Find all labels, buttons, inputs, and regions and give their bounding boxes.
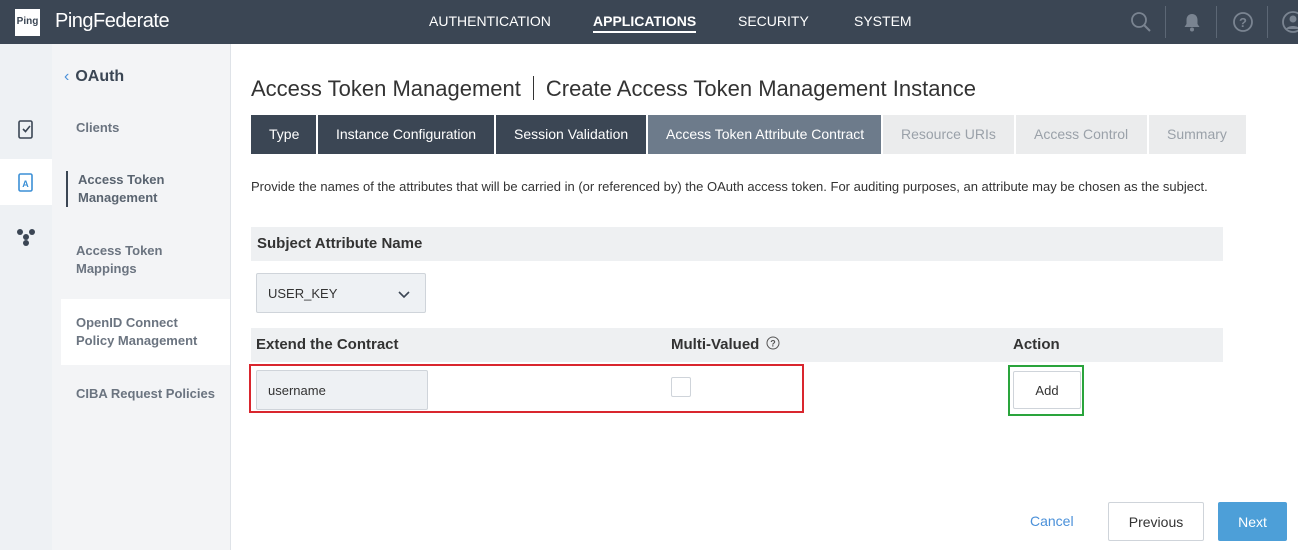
- sidebar-item-ciba-request-policies[interactable]: CIBA Request Policies: [76, 385, 216, 403]
- divider: [1165, 6, 1166, 38]
- svg-text:?: ?: [1239, 15, 1247, 30]
- subject-header-label: Subject Attribute Name: [257, 235, 423, 252]
- contract-header: Extend the Contract Multi-Valued ? Actio…: [251, 328, 1223, 362]
- subject-attribute-value: USER_KEY: [268, 286, 338, 301]
- nav-security[interactable]: SECURITY: [738, 0, 809, 44]
- next-button[interactable]: Next: [1218, 502, 1287, 541]
- subject-attribute-select[interactable]: USER_KEY: [256, 273, 426, 313]
- col-multi-valued: Multi-Valued ?: [671, 336, 780, 354]
- search-icon[interactable]: [1128, 9, 1154, 35]
- tab-type[interactable]: Type: [251, 115, 316, 154]
- col-extend-contract: Extend the Contract: [256, 336, 399, 353]
- page-title: Access Token Management Create Access Tok…: [251, 76, 976, 101]
- wizard-tabs: Type Instance Configuration Session Vali…: [251, 115, 1248, 154]
- oauth-icon[interactable]: A: [0, 159, 52, 205]
- bell-icon[interactable]: [1179, 9, 1205, 35]
- sidebar-item-openid-connect-policy-management[interactable]: OpenID Connect Policy Management: [76, 314, 216, 350]
- tab-instance-configuration[interactable]: Instance Configuration: [318, 115, 494, 154]
- nav-applications[interactable]: APPLICATIONS: [593, 0, 697, 44]
- sidebar-item-access-token-mappings[interactable]: Access Token Mappings: [76, 242, 216, 278]
- tab-access-control[interactable]: Access Control: [1016, 115, 1147, 154]
- subject-header: Subject Attribute Name: [251, 227, 1223, 261]
- help-icon[interactable]: ?: [1230, 9, 1256, 35]
- nav-authentication[interactable]: AUTHENTICATION: [429, 0, 551, 44]
- help-icon[interactable]: ?: [766, 336, 780, 354]
- svg-text:A: A: [22, 179, 29, 189]
- icon-rail: A: [0, 44, 53, 550]
- svg-text:?: ?: [770, 339, 776, 349]
- sidebar-item-access-token-management[interactable]: Access Token Management: [66, 171, 218, 207]
- divider: [1216, 6, 1217, 38]
- cancel-link[interactable]: Cancel: [1030, 513, 1074, 529]
- nav-system[interactable]: SYSTEM: [854, 0, 912, 44]
- top-bar: Ping PingFederate AUTHENTICATION APPLICA…: [0, 0, 1298, 44]
- user-icon[interactable]: [1280, 9, 1298, 35]
- applications-icon[interactable]: [0, 106, 52, 152]
- chevron-down-icon: [397, 287, 411, 306]
- col-action: Action: [1013, 336, 1060, 353]
- tab-resource-uris[interactable]: Resource URIs: [883, 115, 1014, 154]
- oauth-shield-icon[interactable]: [0, 214, 52, 260]
- product-name: PingFederate: [55, 10, 170, 32]
- previous-button[interactable]: Previous: [1108, 502, 1204, 541]
- title-separator: [532, 76, 534, 100]
- tab-access-token-attribute-contract[interactable]: Access Token Attribute Contract: [648, 115, 881, 154]
- sidebar: ‹ OAuth Clients Access Token Management A…: [52, 44, 231, 550]
- back-to-oauth[interactable]: ‹ OAuth: [64, 68, 124, 86]
- chevron-left-icon: ‹: [64, 68, 70, 85]
- highlight-red-box: [249, 364, 804, 413]
- page-description: Provide the names of the attributes that…: [251, 179, 1208, 194]
- tab-session-validation[interactable]: Session Validation: [496, 115, 646, 154]
- sidebar-item-clients[interactable]: Clients: [76, 119, 216, 137]
- tab-summary[interactable]: Summary: [1149, 115, 1246, 154]
- add-button[interactable]: Add: [1013, 371, 1081, 409]
- ping-logo: Ping: [15, 9, 40, 36]
- divider: [1267, 6, 1268, 38]
